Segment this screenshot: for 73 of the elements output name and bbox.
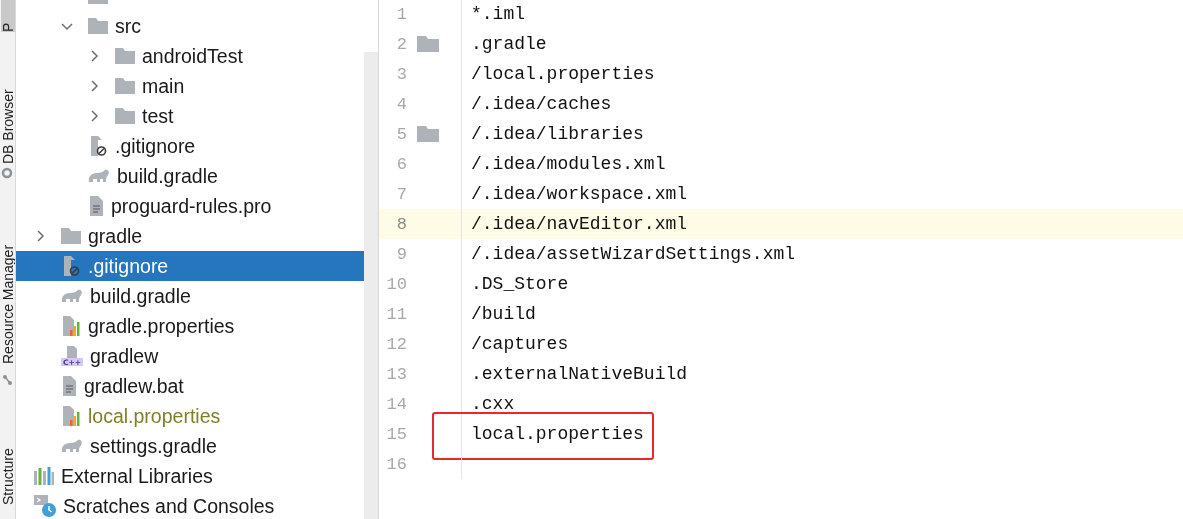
tree-item[interactable]: .gitignore — [16, 131, 364, 161]
line-number: 14 — [385, 394, 407, 414]
line-number: 8 — [395, 214, 407, 234]
tree-item[interactable]: build.gradle — [16, 281, 364, 311]
tree-item[interactable]: androidTest — [16, 41, 364, 71]
tree-item[interactable]: src — [16, 11, 364, 41]
folder-icon — [115, 47, 135, 65]
chevron-right-icon[interactable] — [88, 50, 100, 62]
tree-item[interactable]: test — [16, 101, 364, 131]
code-line: .cxx — [471, 394, 515, 414]
tree-item[interactable]: Scratches and Consoles — [16, 491, 364, 519]
code-line: /build — [471, 304, 536, 324]
chevron-right-icon[interactable] — [88, 80, 100, 92]
code-line: /captures — [471, 334, 569, 354]
code-line: /.idea/modules.xml — [471, 154, 666, 174]
elephant-icon — [61, 438, 83, 454]
ignored-file-icon — [61, 256, 81, 276]
tool-window-tab[interactable]: Structure — [1, 425, 15, 505]
tree-item[interactable]: External Libraries — [16, 461, 364, 491]
chevron-right-icon[interactable] — [34, 230, 46, 242]
tool-window-tab[interactable]: DB Browser — [1, 72, 15, 164]
tree-item[interactable]: local.properties — [16, 401, 364, 431]
code-line: .gradle — [471, 34, 547, 54]
line-number: 7 — [395, 184, 407, 204]
nodes-icon — [1, 374, 13, 386]
folder-icon — [88, 17, 108, 35]
tree-item[interactable]: gradle — [16, 221, 364, 251]
chart-file-icon — [61, 316, 81, 336]
code-line: /.idea/caches — [471, 94, 612, 114]
magnifier-icon — [1, 167, 13, 179]
tree-item[interactable]: main — [16, 71, 364, 101]
line-number: 16 — [385, 454, 407, 474]
code-line: /.idea/libraries — [471, 124, 644, 144]
folder-icon — [115, 107, 135, 125]
scrollbar[interactable] — [364, 52, 378, 519]
line-number: 1 — [395, 4, 407, 24]
tree-item[interactable]: .gitignore — [16, 251, 364, 281]
line-number: 3 — [395, 64, 407, 84]
folder-icon — [61, 227, 81, 245]
tree-item[interactable]: proguard-rules.pro — [16, 191, 364, 221]
tree-item[interactable]: build.gradle — [16, 161, 364, 191]
text-file-icon — [88, 196, 104, 216]
line-number: 5 — [395, 124, 407, 144]
elephant-icon — [88, 168, 110, 184]
libraries-icon — [34, 467, 54, 485]
line-number: 15 — [385, 424, 407, 444]
ignored-file-icon — [88, 136, 108, 156]
chart-file-icon — [61, 406, 81, 426]
chevron-down-icon[interactable] — [61, 20, 73, 32]
code-line: /.idea/assetWizardSettings.xml — [471, 244, 796, 264]
code-line: .externalNativeBuild — [471, 364, 688, 384]
code-line: .DS_Store — [471, 274, 569, 294]
folder-icon — [115, 77, 135, 95]
code-line: local.properties — [471, 424, 644, 444]
code-line: /.idea/navEditor.xml — [471, 214, 688, 234]
line-number: 11 — [385, 304, 407, 324]
code-line: /local.properties — [471, 64, 655, 84]
line-number: 13 — [385, 364, 407, 384]
tree-item[interactable]: gradlew.bat — [16, 371, 364, 401]
line-number: 2 — [395, 34, 407, 54]
line-number: 4 — [395, 94, 407, 114]
tree-item[interactable]: gradle.properties — [16, 311, 364, 341]
line-number: 10 — [385, 274, 407, 294]
elephant-icon — [61, 288, 83, 304]
line-number: 12 — [385, 334, 407, 354]
text-file-icon — [61, 376, 77, 396]
tool-window-tab[interactable]: P — [1, 0, 15, 32]
code-line: *.iml — [471, 4, 525, 24]
code-line: /.idea/workspace.xml — [471, 184, 688, 204]
line-number: 6 — [395, 154, 407, 174]
chevron-right-icon[interactable] — [88, 110, 100, 122]
line-number: 9 — [395, 244, 407, 264]
tree-item[interactable]: settings.gradle — [16, 431, 364, 461]
